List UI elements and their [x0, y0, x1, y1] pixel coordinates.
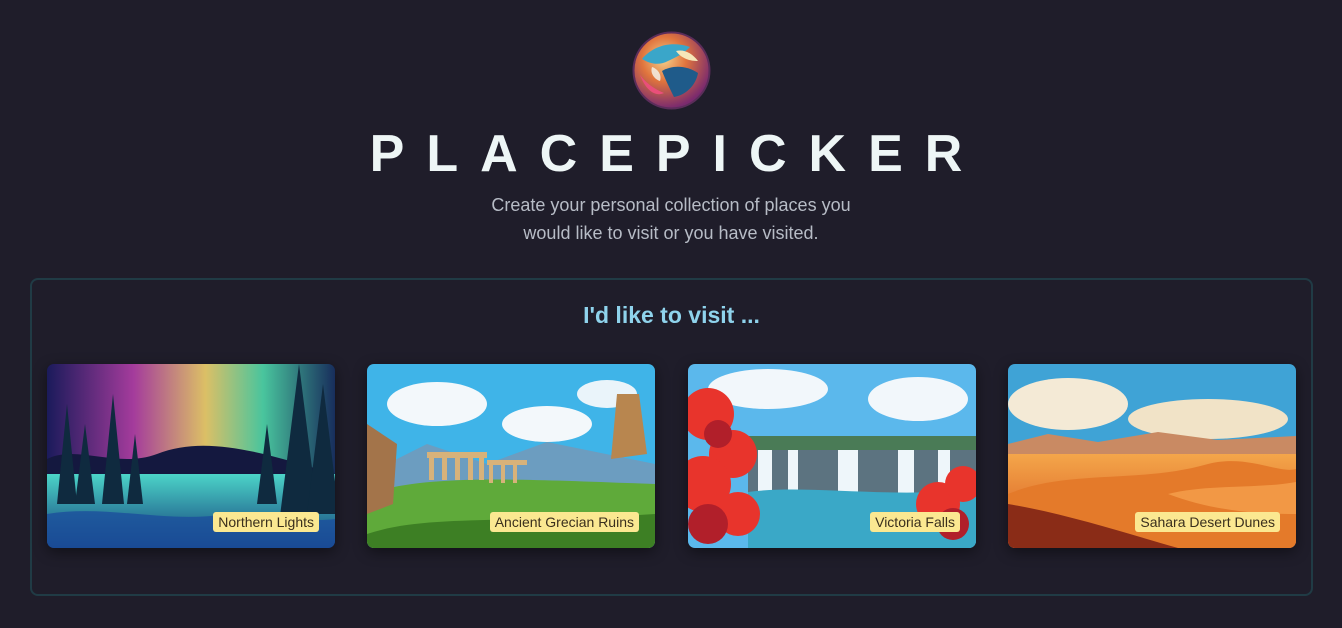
place-card-victoria-falls[interactable]: Victoria Falls: [688, 364, 976, 548]
place-card-ancient-grecian-ruins[interactable]: Ancient Grecian Ruins: [367, 364, 655, 548]
place-card-sahara-desert-dunes[interactable]: Sahara Desert Dunes: [1008, 364, 1296, 548]
place-card-northern-lights[interactable]: Northern Lights: [47, 364, 335, 548]
tagline-line: Create your personal collection of place…: [491, 195, 851, 215]
place-title: Victoria Falls: [870, 512, 960, 532]
app-tagline: Create your personal collection of place…: [0, 191, 1342, 247]
globe-icon: [632, 31, 711, 110]
place-title: Sahara Desert Dunes: [1135, 512, 1280, 532]
visit-list-section: I'd like to visit ... Northern Lights An…: [30, 278, 1313, 596]
place-title: Ancient Grecian Ruins: [489, 512, 639, 532]
tagline-line: would like to visit or you have visited.: [523, 223, 819, 243]
app-root: PLACEPICKER Create your personal collect…: [0, 0, 1342, 628]
app-title: PLACEPICKER: [369, 125, 985, 183]
section-heading: I'd like to visit ...: [583, 302, 760, 328]
place-title: Northern Lights: [213, 512, 319, 532]
